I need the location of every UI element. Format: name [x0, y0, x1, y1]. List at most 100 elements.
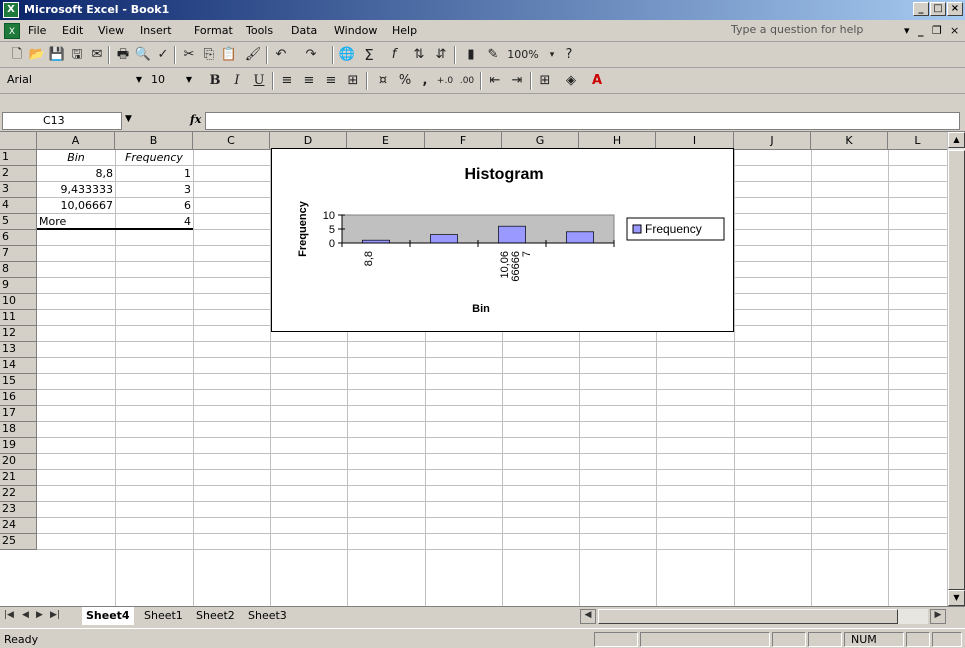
row-header[interactable]: 3 — [0, 182, 37, 198]
row-header[interactable]: 22 — [0, 486, 37, 502]
sort-ascending-icon[interactable]: ⇅ — [410, 46, 428, 64]
row-header[interactable]: 2 — [0, 166, 37, 182]
last-sheet-icon[interactable]: ▶| — [50, 610, 60, 620]
save-icon[interactable]: 💾 — [48, 46, 66, 64]
new-icon[interactable]: 🗋 — [8, 46, 26, 64]
column-header-j[interactable]: J — [734, 132, 811, 150]
font-size-combo[interactable]: 10 ▼ — [148, 71, 196, 90]
cell-b3[interactable]: 3 — [115, 181, 193, 198]
row-header[interactable]: 4 — [0, 198, 37, 214]
select-all-corner[interactable] — [0, 132, 37, 150]
column-header-c[interactable]: C — [193, 132, 270, 150]
first-sheet-icon[interactable]: |◀ — [4, 610, 14, 620]
row-header[interactable]: 14 — [0, 358, 37, 374]
insert-function-button[interactable]: fx — [190, 113, 201, 126]
currency-icon[interactable]: ¤ — [374, 72, 392, 90]
close-button[interactable]: × — [947, 2, 963, 16]
hyperlink-icon[interactable]: 🌐 — [338, 46, 356, 64]
spelling-icon[interactable]: ✓ — [154, 46, 172, 64]
excel-app-icon[interactable]: X — [3, 2, 19, 18]
hscroll-left-icon[interactable]: ◀ — [580, 609, 596, 624]
zoom-dropdown-icon[interactable]: ▾ — [543, 46, 561, 64]
cut-icon[interactable]: ✂ — [180, 46, 198, 64]
cell-b4[interactable]: 6 — [115, 197, 193, 214]
decrease-indent-icon[interactable]: ⇤ — [486, 72, 504, 90]
insert-function-icon[interactable]: f — [385, 46, 403, 64]
menu-tools[interactable]: Tools — [246, 24, 273, 37]
next-sheet-icon[interactable]: ▶ — [36, 610, 43, 620]
help-question-field[interactable]: Type a question for help — [731, 23, 886, 39]
row-header[interactable]: 17 — [0, 406, 37, 422]
cell-a4[interactable]: 10,06667 — [37, 197, 115, 214]
column-header-l[interactable]: L — [888, 132, 948, 150]
hscroll-right-icon[interactable]: ▶ — [930, 609, 946, 624]
row-header[interactable]: 8 — [0, 262, 37, 278]
copy-icon[interactable]: ⎘ — [200, 46, 218, 64]
borders-icon[interactable]: ⊞ — [536, 72, 554, 90]
zoom-value[interactable]: 100% — [503, 46, 543, 64]
redo-icon[interactable]: ↷ — [302, 46, 320, 64]
menu-view[interactable]: View — [98, 24, 124, 37]
column-header-k[interactable]: K — [811, 132, 888, 150]
scroll-thumb[interactable] — [948, 150, 965, 590]
menu-format[interactable]: Format — [194, 24, 233, 37]
row-header[interactable]: 19 — [0, 438, 37, 454]
row-header[interactable]: 7 — [0, 246, 37, 262]
prev-sheet-icon[interactable]: ◀ — [22, 610, 29, 620]
row-header[interactable]: 25 — [0, 534, 37, 550]
row-header[interactable]: 6 — [0, 230, 37, 246]
chart-wizard-icon[interactable]: ▮ — [462, 46, 480, 64]
font-size-dropdown-icon[interactable]: ▼ — [182, 71, 196, 88]
row-header[interactable]: 18 — [0, 422, 37, 438]
cell-a2[interactable]: 8,8 — [37, 165, 115, 182]
histogram-chart[interactable]: Histogram Frequency Bin 10 5 0 8,8 10,06 6666… — [271, 148, 734, 332]
underline-icon[interactable]: U — [250, 72, 268, 90]
column-header-b[interactable]: B — [115, 132, 193, 150]
print-icon[interactable]: 🖶 — [114, 46, 132, 64]
font-color-icon[interactable]: A — [588, 72, 606, 90]
row-header[interactable]: 11 — [0, 310, 37, 326]
row-header[interactable]: 1 — [0, 150, 37, 166]
column-header-a[interactable]: A — [37, 132, 115, 150]
scroll-up-icon[interactable]: ▲ — [948, 132, 965, 148]
font-combo[interactable]: Arial ▼ — [4, 71, 142, 90]
fill-color-icon[interactable]: ◈ — [562, 72, 580, 90]
cell-a1[interactable]: Bin — [37, 149, 115, 166]
row-header[interactable]: 20 — [0, 454, 37, 470]
italic-icon[interactable]: I — [228, 72, 246, 90]
sort-descending-icon[interactable]: ⇵ — [432, 46, 450, 64]
restore-button[interactable]: □ — [930, 2, 946, 16]
doc-close-icon[interactable]: × — [950, 24, 959, 37]
row-header[interactable]: 13 — [0, 342, 37, 358]
row-header[interactable]: 5 — [0, 214, 37, 230]
workbook-icon[interactable]: X — [4, 23, 20, 39]
increase-indent-icon[interactable]: ⇥ — [508, 72, 526, 90]
align-center-icon[interactable]: ≡ — [300, 72, 318, 90]
sheet-tab-sheet2[interactable]: Sheet2 — [192, 607, 239, 625]
menu-data[interactable]: Data — [291, 24, 317, 37]
row-header[interactable]: 9 — [0, 278, 37, 294]
open-icon[interactable]: 📂 — [28, 46, 46, 64]
row-header[interactable]: 24 — [0, 518, 37, 534]
menu-window[interactable]: Window — [334, 24, 377, 37]
menu-file[interactable]: File — [28, 24, 46, 37]
hscroll-thumb[interactable] — [598, 609, 898, 624]
row-header[interactable]: 10 — [0, 294, 37, 310]
menu-help[interactable]: Help — [392, 24, 417, 37]
name-box[interactable]: C13 — [2, 112, 122, 130]
align-left-icon[interactable]: ≡ — [278, 72, 296, 90]
doc-restore-icon[interactable]: ❐ — [932, 24, 942, 37]
undo-icon[interactable]: ↶ — [272, 46, 290, 64]
print-preview-icon[interactable]: 🔍 — [134, 46, 152, 64]
decrease-decimal-icon[interactable]: .00 — [458, 72, 476, 90]
font-dropdown-icon[interactable]: ▼ — [132, 71, 146, 88]
format-painter-icon[interactable]: 🖌 — [244, 46, 262, 64]
chart-legend[interactable]: Frequency — [626, 217, 725, 241]
name-box-dropdown-icon[interactable]: ▼ — [125, 114, 132, 124]
row-header[interactable]: 15 — [0, 374, 37, 390]
sheet-tab-sheet4[interactable]: Sheet4 — [82, 607, 134, 625]
row-header[interactable]: 21 — [0, 470, 37, 486]
row-header[interactable]: 16 — [0, 390, 37, 406]
comma-style-icon[interactable]: , — [416, 72, 434, 90]
scroll-down-icon[interactable]: ▼ — [948, 590, 965, 606]
